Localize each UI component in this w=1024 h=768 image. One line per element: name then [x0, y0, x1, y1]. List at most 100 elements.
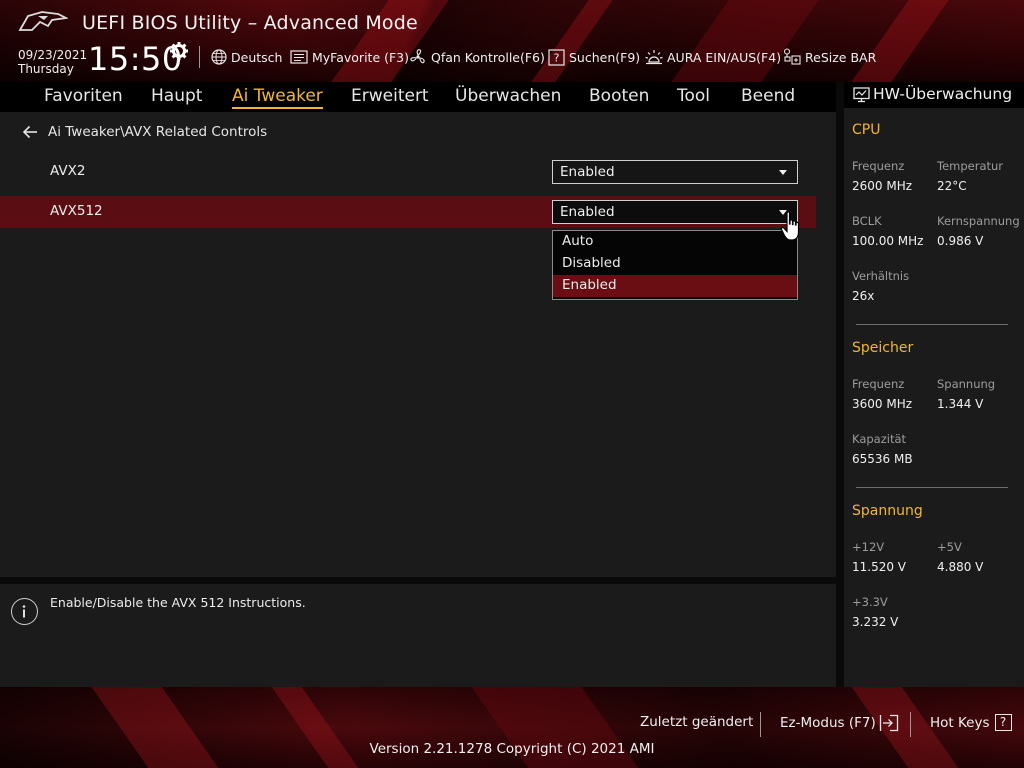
- cpu-heading: CPU: [852, 122, 881, 138]
- memory-voltage-value: 1.344 V: [937, 397, 984, 411]
- search-label: Suchen(F9): [569, 49, 641, 65]
- help-text: Enable/Disable the AVX 512 Instructions.: [50, 595, 306, 610]
- hot-keys-label: Hot Keys: [930, 714, 990, 731]
- v12-value: 11.520 V: [852, 560, 907, 574]
- avx512-dropdown[interactable]: Enabled: [552, 200, 798, 224]
- resize-bar-label: ReSize BAR: [805, 49, 877, 65]
- memory-frequency-label: Frequenz: [852, 377, 905, 391]
- main-tab-bar: Favoriten Haupt Ai Tweaker Erweitert Übe…: [0, 82, 836, 112]
- day-display: Thursday: [18, 62, 74, 76]
- language-button[interactable]: Deutsch: [211, 46, 282, 68]
- breadcrumb-path: Ai Tweaker\AVX Related Controls: [48, 124, 268, 140]
- aura-light-icon: [645, 50, 663, 65]
- version-text: Version 2.21.1278 Copyright (C) 2021 AMI: [369, 741, 655, 757]
- header-bar: UEFI BIOS Utility – Advanced Mode 09/23/…: [0, 0, 1024, 82]
- resize-bar-icon: [783, 48, 801, 65]
- header-decoration: [851, 0, 949, 82]
- last-modified-button[interactable]: Zuletzt geändert: [640, 714, 753, 730]
- core-voltage-value: 0.986 V: [937, 234, 984, 248]
- setting-label: AVX512: [50, 203, 103, 219]
- aura-button[interactable]: AURA EIN/AUS(F4): [645, 46, 781, 68]
- globe-icon: [211, 49, 227, 65]
- footer-bar: Zuletzt geändert Ez-Modus (F7) Hot Keys …: [0, 687, 1024, 768]
- v12-label: +12V: [852, 540, 885, 554]
- tab-ai-tweaker[interactable]: Ai Tweaker: [232, 86, 323, 109]
- v5-value: 4.880 V: [937, 560, 984, 574]
- date-display: 09/23/2021: [18, 48, 88, 62]
- ratio-label: Verhältnis: [852, 269, 910, 283]
- tab-ueberwachen[interactable]: Überwachen: [455, 86, 561, 106]
- info-glyph: [22, 605, 26, 618]
- option-auto[interactable]: Auto: [553, 231, 797, 253]
- info-icon: [11, 598, 38, 625]
- tab-tool[interactable]: Tool: [677, 86, 710, 106]
- setting-label: AVX2: [50, 163, 86, 179]
- ez-mode-label: Ez-Modus (F7): [780, 715, 876, 731]
- tab-beend[interactable]: Beend: [741, 86, 795, 106]
- tab-booten[interactable]: Booten: [589, 86, 649, 106]
- memory-heading: Speicher: [852, 340, 914, 356]
- hw-monitor-title: HW-Überwachung: [873, 85, 1013, 103]
- option-enabled[interactable]: Enabled: [553, 275, 797, 297]
- setting-row-avx512[interactable]: AVX512 Enabled: [0, 196, 816, 228]
- ez-mode-button[interactable]: Ez-Modus (F7): [780, 714, 899, 732]
- cpu-temperature-value: 22°C: [937, 179, 967, 193]
- memory-capacity-label: Kapazität: [852, 432, 907, 446]
- breadcrumb[interactable]: Ai Tweaker\AVX Related Controls: [22, 124, 267, 140]
- dropdown-value: Enabled: [560, 164, 615, 180]
- cpu-temperature-label: Temperatur: [937, 159, 1004, 173]
- dropdown-value: Enabled: [560, 204, 615, 220]
- hand-cursor-icon: [780, 211, 800, 241]
- hw-monitor-panel: HW-Überwachung CPU Frequenz Temperatur 2…: [844, 82, 1024, 687]
- help-key-icon: ?: [994, 714, 1012, 731]
- v33-label: +3.3V: [852, 595, 888, 609]
- voltage-heading: Spannung: [852, 503, 923, 519]
- resize-bar-button[interactable]: ReSize BAR: [783, 46, 876, 68]
- search-help-icon: ?: [548, 48, 565, 66]
- avx2-dropdown[interactable]: Enabled: [552, 160, 798, 184]
- memory-frequency-value: 3600 MHz: [852, 397, 913, 411]
- myfavorite-button[interactable]: MyFavorite (F3): [290, 46, 409, 68]
- qfan-button[interactable]: Qfan Kontrolle(F6): [409, 46, 545, 68]
- avx512-options-list: Auto Disabled Enabled: [552, 230, 798, 300]
- hw-monitor-header: HW-Überwachung: [844, 82, 1024, 108]
- header-decoration: [671, 0, 819, 82]
- v5-label: +5V: [937, 540, 962, 554]
- myfavorite-label: MyFavorite (F3): [312, 49, 410, 65]
- setting-row-avx2[interactable]: AVX2 Enabled: [0, 156, 816, 188]
- memory-voltage-label: Spannung: [937, 377, 996, 391]
- cpu-frequency-label: Frequenz: [852, 159, 905, 173]
- chevron-down-icon: [779, 170, 787, 175]
- memory-capacity-value: 65536 MB: [852, 452, 913, 466]
- section-divider: [856, 324, 1008, 325]
- option-disabled[interactable]: Disabled: [553, 253, 797, 275]
- v33-value: 3.232 V: [852, 615, 899, 629]
- core-voltage-label: Kernspannung: [937, 214, 1020, 228]
- qfan-label: Qfan Kontrolle(F6): [431, 49, 545, 65]
- search-button[interactable]: ? Suchen(F9): [548, 46, 640, 68]
- bclk-value: 100.00 MHz: [852, 234, 924, 248]
- gear-icon[interactable]: [169, 41, 189, 61]
- bclk-label: BCLK: [852, 214, 882, 228]
- hot-keys-button[interactable]: Hot Keys ?: [930, 714, 1012, 731]
- ratio-value: 26x: [852, 289, 875, 303]
- language-label: Deutsch: [231, 49, 283, 65]
- tab-favoriten[interactable]: Favoriten: [44, 86, 123, 106]
- aura-label: AURA EIN/AUS(F4): [667, 49, 782, 65]
- cpu-frequency-value: 2600 MHz: [852, 179, 913, 193]
- toolbar-separator: [199, 46, 200, 68]
- rog-logo-icon: [18, 11, 68, 31]
- svg-text:?: ?: [554, 51, 560, 64]
- back-arrow-icon[interactable]: [22, 125, 38, 139]
- footer-separator: [760, 712, 761, 737]
- tab-erweitert[interactable]: Erweitert: [351, 86, 429, 106]
- favorite-list-icon: [290, 50, 308, 64]
- header-decoration: [531, 0, 613, 82]
- app-title: UEFI BIOS Utility – Advanced Mode: [82, 12, 418, 34]
- footer-separator: [910, 712, 911, 737]
- help-panel: Enable/Disable the AVX 512 Instructions.: [0, 584, 836, 687]
- section-divider: [856, 487, 1008, 488]
- tab-haupt[interactable]: Haupt: [151, 86, 202, 106]
- fan-icon: [410, 49, 425, 64]
- exit-arrow-icon: [879, 714, 898, 732]
